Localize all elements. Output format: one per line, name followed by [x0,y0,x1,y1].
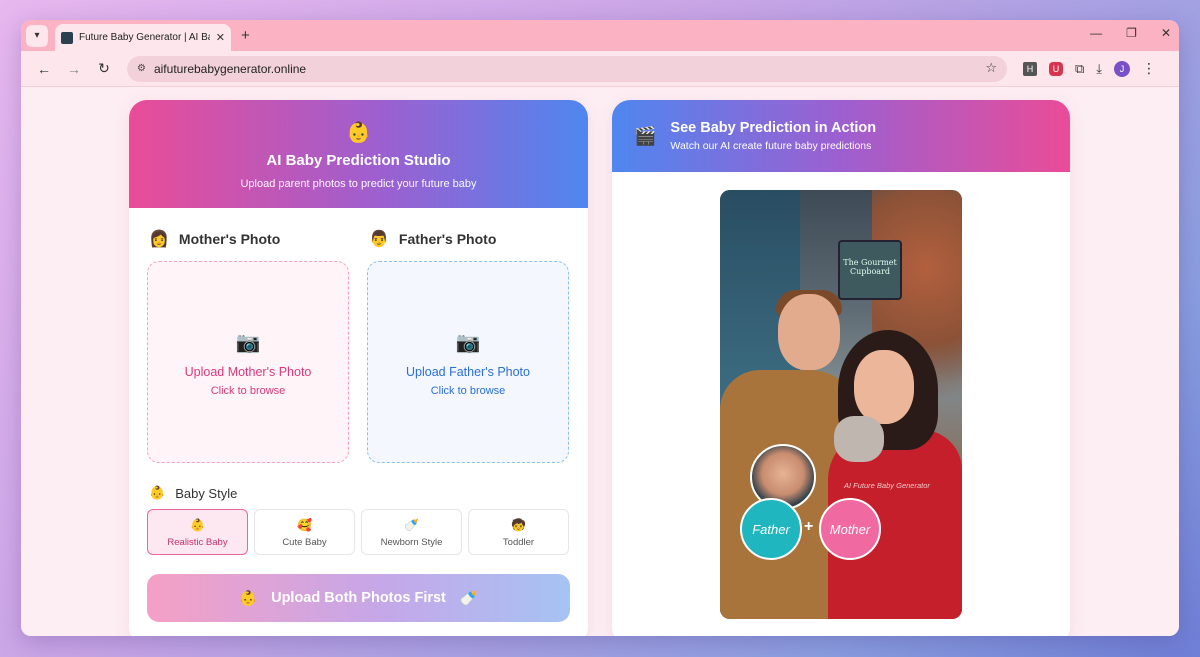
man-face [778,294,840,370]
tab-bar: ▾ Future Baby Generator | AI Baby Predic… [21,20,1179,51]
studio-subtitle: Upload parent photos to predict your fut… [240,178,477,190]
baby-style-options: 👶 Realistic Baby 🥰 Cute Baby 🍼 Newborn S… [129,509,588,555]
address-bar[interactable]: ⚙ aifuturebabygenerator.online ☆ [127,55,1007,82]
parent-uploads: 👩 Mother's Photo 📷 Upload Mother's Photo… [129,230,588,463]
close-window-icon[interactable]: ✕ [1161,26,1171,40]
browser-toolbar: ← → ↻ ⚙ aifuturebabygenerator.online ☆ H… [21,51,1179,87]
style-option-newborn[interactable]: 🍼 Newborn Style [361,509,462,555]
browser-window: ▾ Future Baby Generator | AI Baby Predic… [21,20,1179,636]
extensions-puzzle-icon[interactable]: ⧉ [1075,61,1084,77]
style-option-label: Realistic Baby [167,537,228,548]
favicon-icon [61,31,73,44]
extensions-area: H U ⧉ ⤓ J ⋮ [1023,60,1156,77]
close-tab-icon[interactable]: ✕ [216,31,225,44]
father-label: 👨 Father's Photo [367,230,569,248]
demo-title: See Baby Prediction in Action [670,120,877,136]
new-tab-button[interactable]: + [241,27,250,44]
shop-sign: The Gourmet Cupboard [838,240,902,300]
mother-upload-title: Upload Mother's Photo [184,365,312,379]
studio-title: AI Baby Prediction Studio [266,152,451,169]
baby-icon: 👶 [346,122,371,144]
video-watermark: AI Future Baby Generator [844,481,930,490]
woman-scarf [834,416,884,462]
cute-baby-icon: 🥰 [297,518,312,532]
plus-sign: + [804,518,814,535]
camera-icon: 📷 [235,332,261,354]
site-settings-icon[interactable]: ⚙ [137,63,146,74]
generate-button-label: Upload Both Photos First [271,590,446,606]
tab-title: Future Baby Generator | AI Baby Predicti… [79,32,210,43]
woman-face [854,350,914,424]
tab-search-button[interactable]: ▾ [26,24,48,47]
restore-icon[interactable]: ❐ [1126,26,1137,40]
toddler-icon: 🧒 [511,518,526,532]
style-option-cute[interactable]: 🥰 Cute Baby [254,509,355,555]
baby-style-text: Baby Style [175,485,238,501]
camera-icon: 📷 [455,332,481,354]
baby-style-label: 👶 Baby Style [149,485,588,501]
studio-header: 👶 AI Baby Prediction Studio Upload paren… [129,100,588,208]
mother-section: 👩 Mother's Photo 📷 Upload Mother's Photo… [147,230,349,463]
bottle-icon: 🍼 [459,590,478,607]
baby-icon: 👶 [239,590,258,607]
mother-bubble: Mother [819,498,881,560]
prediction-studio-card: 👶 AI Baby Prediction Studio Upload paren… [129,100,588,636]
bottle-icon: 🍼 [404,518,419,532]
father-label-text: Father's Photo [398,231,497,247]
woman-icon: 👩 [149,231,169,248]
mother-label-text: Mother's Photo [178,231,281,247]
baby-style-icon: 👶 [149,485,166,500]
reload-icon[interactable]: ↻ [91,60,117,77]
demo-subtitle: Watch our AI create future baby predicti… [670,140,872,152]
url-text[interactable]: aifuturebabygenerator.online [154,62,306,76]
generate-button[interactable]: 👶 Upload Both Photos First 🍼 [147,574,570,622]
demo-header: 🎬 See Baby Prediction in Action Watch ou… [612,100,1070,172]
style-option-realistic[interactable]: 👶 Realistic Baby [147,509,248,555]
father-bubble: Father [740,498,802,560]
forward-icon[interactable]: → [61,61,87,77]
style-option-toddler[interactable]: 🧒 Toddler [468,509,569,555]
back-icon[interactable]: ← [31,61,57,77]
extension-shield-icon[interactable]: U [1049,61,1063,76]
profile-avatar[interactable]: J [1114,60,1131,77]
page-content: 👶 AI Baby Prediction Studio Upload paren… [21,87,1179,636]
window-controls: — ❐ ✕ [1090,26,1171,40]
father-section: 👨 Father's Photo 📷 Upload Father's Photo… [367,230,569,463]
realistic-baby-icon: 👶 [190,518,205,532]
mother-upload-sub: Click to browse [210,385,286,397]
mother-upload-dropzone[interactable]: 📷 Upload Mother's Photo Click to browse [147,261,349,463]
demo-card: 🎬 See Baby Prediction in Action Watch ou… [612,100,1070,636]
active-tab[interactable]: Future Baby Generator | AI Baby Predicti… [55,24,231,51]
download-icon[interactable]: ⤓ [1096,61,1102,77]
father-upload-title: Upload Father's Photo [406,365,530,379]
man-icon: 👨 [369,231,389,248]
minimize-icon[interactable]: — [1090,26,1102,40]
demo-video[interactable]: The Gourmet Cupboard AI Future Baby Gene… [720,190,962,619]
father-upload-dropzone[interactable]: 📷 Upload Father's Photo Click to browse [367,261,569,463]
father-upload-sub: Click to browse [430,385,506,397]
mother-label: 👩 Mother's Photo [147,230,349,248]
bookmark-star-icon[interactable]: ☆ [985,60,997,76]
menu-kebab-icon[interactable]: ⋮ [1142,60,1156,77]
style-option-label: Newborn Style [380,537,443,548]
style-option-label: Toddler [502,537,535,548]
style-option-label: Cute Baby [282,537,327,548]
extension-h-icon[interactable]: H [1023,61,1037,76]
clapperboard-icon: 🎬 [634,125,657,146]
